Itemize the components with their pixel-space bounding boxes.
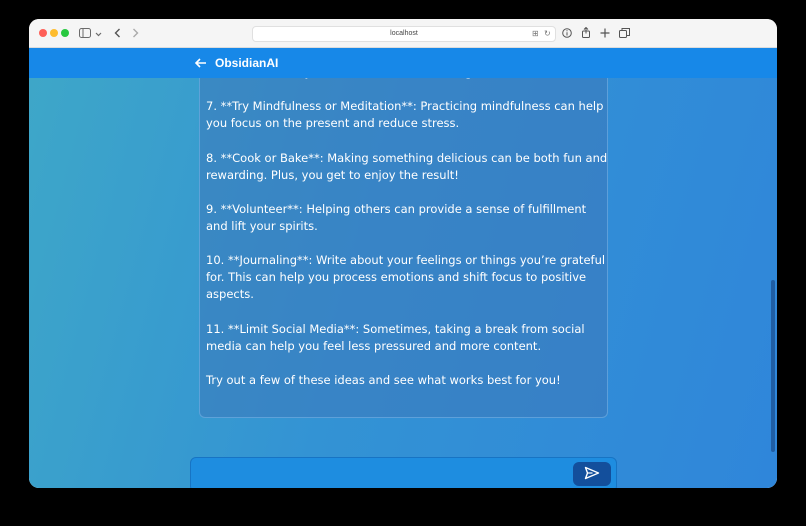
chat-app: ObsidianAI 6. **Spend Time in Nature**: … xyxy=(29,48,777,488)
message-line: Try out a few of these ideas and see wha… xyxy=(206,372,561,387)
app-header: ObsidianAI xyxy=(29,48,777,78)
zoom-window-button[interactable] xyxy=(61,29,69,37)
reload-icon[interactable]: ↻ xyxy=(544,27,551,41)
chevron-down-icon[interactable] xyxy=(94,25,102,41)
message-composer xyxy=(190,457,617,488)
message-line: rewarding. Plus, you get to enjoy the re… xyxy=(206,167,459,182)
message-line: 10. **Journaling**: Write about your fee… xyxy=(206,253,606,268)
send-button[interactable] xyxy=(573,462,611,486)
forward-arrow-icon[interactable] xyxy=(130,25,140,41)
translate-icon[interactable]: ⊞ xyxy=(532,27,539,41)
close-window-button[interactable] xyxy=(39,29,47,37)
scrollbar[interactable] xyxy=(771,280,775,452)
assistant-message: 6. **Spend Time in Nature**: If you can,… xyxy=(199,48,608,418)
address-bar[interactable]: localhost ⊞ ↻ xyxy=(252,26,556,42)
message-line: 9. **Volunteer**: Helping others can pro… xyxy=(206,201,587,216)
browser-window: localhost ⊞ ↻ ObsidianAI 6. **Spend Time… xyxy=(29,19,777,488)
tabs-overview-icon[interactable] xyxy=(618,25,630,41)
back-arrow-icon[interactable] xyxy=(112,25,122,41)
message-line: and lift your spirits. xyxy=(206,219,318,233)
send-icon xyxy=(584,466,600,480)
url-text: localhost xyxy=(390,30,418,37)
message-line: you focus on the present and reduce stre… xyxy=(206,116,460,131)
arrow-left-icon[interactable] xyxy=(194,55,210,71)
message-line: media can help you feel less pressured a… xyxy=(206,338,542,353)
message-line: 8. **Cook or Bake**: Making something de… xyxy=(206,150,608,165)
new-tab-icon[interactable] xyxy=(599,25,611,41)
app-title: ObsidianAI xyxy=(215,56,279,70)
share-icon[interactable] xyxy=(580,25,592,41)
message-line: aspects. xyxy=(206,287,254,302)
message-line: 7. **Try Mindfulness or Meditation**: Pr… xyxy=(206,99,604,114)
browser-toolbar: localhost ⊞ ↻ xyxy=(29,19,777,48)
info-icon[interactable] xyxy=(561,25,573,41)
message-input[interactable] xyxy=(199,464,563,486)
message-line: 11. **Limit Social Media**: Sometimes, t… xyxy=(206,321,585,336)
message-line: for. This can help you process emotions … xyxy=(206,270,587,285)
sidebar-icon[interactable] xyxy=(79,25,91,41)
minimize-window-button[interactable] xyxy=(50,29,58,37)
